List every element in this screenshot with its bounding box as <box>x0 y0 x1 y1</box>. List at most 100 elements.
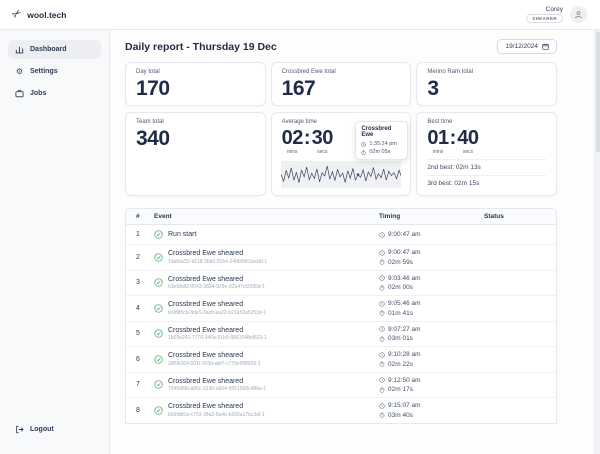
event-duration: 02m 22s <box>388 361 413 368</box>
stopwatch-icon <box>379 285 385 291</box>
col-header-timing: Timing <box>379 213 484 220</box>
stat-card-day-total: Day total 170 <box>125 62 266 106</box>
sparkline-tooltip: Crossbred Ewe 1:35:24 pm 02m 05s <box>355 121 408 160</box>
stat-label: Merino Ram total <box>427 69 546 75</box>
avg-mins-label: mins <box>287 149 298 155</box>
avg-secs: 30 <box>312 128 333 148</box>
event-title: Crossbred Ewe sheared <box>168 403 265 410</box>
event-time: 9:05:46 am <box>388 300 421 307</box>
page-title: Daily report - Thursday 19 Dec <box>125 41 277 53</box>
best-mins: 01 <box>427 128 448 148</box>
event-time: 9:12:50 am <box>388 377 421 384</box>
event-time: 9:15:07 am <box>388 402 421 409</box>
user-menu: Corey SHEARER <box>526 6 587 23</box>
sidebar-item-label: Jobs <box>30 90 46 97</box>
user-name: Corey <box>546 6 563 13</box>
time-sparkline-chart[interactable] <box>281 161 402 188</box>
brand-link[interactable]: ✂ wool.tech <box>13 9 66 20</box>
app-window: ✂ wool.tech Corey SHEARER Dashboard <box>0 0 600 454</box>
person-icon <box>574 10 583 19</box>
best-time-label: Best time <box>427 119 546 125</box>
event-duration: 02m 59s <box>388 259 413 266</box>
sidebar-item-label: Settings <box>30 68 58 75</box>
col-header-status: Status <box>484 213 556 220</box>
clock-icon <box>379 301 385 307</box>
table-row: 7 Crossbred Ewe sheared 79456f9b-a80c-31… <box>126 373 556 399</box>
clock-icon <box>379 232 385 238</box>
logout-label: Logout <box>30 426 54 433</box>
date-value: 19/12/2024 <box>505 43 538 50</box>
event-id: b56fdb5a-c703-38a3-8a4b-b200a17bc3af-1 <box>168 412 265 418</box>
stat-label: Day total <box>136 69 255 75</box>
date-picker[interactable]: 19/12/2024 <box>497 39 557 54</box>
table-row: 4 Crossbred Ewe sheared fe0885cb-8de5-3a… <box>126 296 556 322</box>
stat-label: Team total <box>136 119 255 125</box>
event-id: 1b65e241-7770-340a-91b5-8861548ef623-1 <box>168 335 267 341</box>
logout-button[interactable]: Logout <box>8 420 102 439</box>
check-circle-icon <box>154 278 163 287</box>
row-number: 4 <box>126 305 154 312</box>
table-row: 6 Crossbred Ewe sheared 2df9b264-501f-30… <box>126 347 556 373</box>
topbar: ✂ wool.tech Corey SHEARER <box>0 0 600 30</box>
stopwatch-icon <box>379 259 385 265</box>
user-role-badge: SHEARER <box>526 14 563 23</box>
row-number: 1 <box>126 231 154 238</box>
event-time: 9:10:28 am <box>388 351 421 358</box>
average-time-card: Average time 02 mins : 30 secs <box>271 112 412 196</box>
table-row: 2 Crossbred Ewe sheared 1da8ac52-d118-3b… <box>126 245 556 271</box>
stopwatch-icon <box>361 150 366 155</box>
clock-icon <box>361 142 366 147</box>
row-number: 2 <box>126 254 154 261</box>
row-number: 5 <box>126 330 154 337</box>
check-circle-icon <box>154 230 163 239</box>
avg-secs-label: secs <box>317 149 327 155</box>
check-circle-icon <box>154 380 163 389</box>
clock-icon <box>379 275 385 281</box>
table-header: # Event Timing Status <box>126 209 556 225</box>
stopwatch-icon <box>379 387 385 393</box>
row-number: 7 <box>126 381 154 388</box>
event-id: 79456f9b-a80c-3130-a604-5551568c486e-1 <box>168 386 266 392</box>
stat-value: 170 <box>136 78 255 99</box>
event-title: Crossbred Ewe sheared <box>168 250 267 257</box>
event-time: 9:00:47 am <box>388 231 421 238</box>
sidebar-item-settings[interactable]: ⚙ Settings <box>8 62 101 81</box>
avatar[interactable] <box>570 6 587 23</box>
best-secs-label: secs <box>463 149 473 155</box>
stat-label: Crossbred Ewe total <box>282 69 401 75</box>
stopwatch-icon <box>379 336 385 342</box>
avg-mins: 02 <box>282 128 303 148</box>
stat-card-team-total: Team total 340 <box>125 112 266 196</box>
sidebar-item-jobs[interactable]: Jobs <box>8 84 101 103</box>
brand-name: wool.tech <box>27 10 66 20</box>
scrollbar-thumb[interactable] <box>596 32 600 152</box>
best-time-value: 01 mins : 40 secs <box>427 128 546 155</box>
event-time: 9:00:47 am <box>388 249 421 256</box>
tooltip-title: Crossbred Ewe <box>361 126 402 138</box>
user-info: Corey SHEARER <box>526 6 563 23</box>
col-header-event: Event <box>154 213 379 220</box>
event-title: Crossbred Ewe sheared <box>168 378 266 385</box>
best-secs: 40 <box>457 128 478 148</box>
sidebar: Dashboard ⚙ Settings Jobs Logout <box>0 30 110 454</box>
check-circle-icon <box>154 304 163 313</box>
calendar-icon <box>542 43 549 50</box>
event-duration: 03m 01s <box>388 335 413 342</box>
event-duration: 02m 17s <box>388 386 413 393</box>
row-number: 3 <box>126 279 154 286</box>
event-id: 2df9b264-501f-303d-abf7-c779c6f95f59-1 <box>168 361 261 367</box>
col-header-num: # <box>126 213 154 220</box>
tooltip-time: 1:35:24 pm <box>369 141 397 147</box>
table-row: 5 Crossbred Ewe sheared 1b65e241-7770-34… <box>126 322 556 348</box>
event-duration: 01m 41s <box>388 310 413 317</box>
third-best-time: 3rd best: 02m 15s <box>427 176 546 187</box>
stat-value: 3 <box>427 78 546 99</box>
best-time-card: Best time 01 mins : 40 secs 2nd best: <box>416 112 557 196</box>
briefcase-icon <box>15 89 24 98</box>
check-circle-icon <box>154 406 163 415</box>
event-time: 9:07:27 am <box>388 326 421 333</box>
sidebar-item-dashboard[interactable]: Dashboard <box>8 40 101 59</box>
event-title: Crossbred Ewe sheared <box>168 352 261 359</box>
second-best-time: 2nd best: 02m 13s <box>427 160 546 171</box>
sidebar-item-label: Dashboard <box>30 46 67 53</box>
